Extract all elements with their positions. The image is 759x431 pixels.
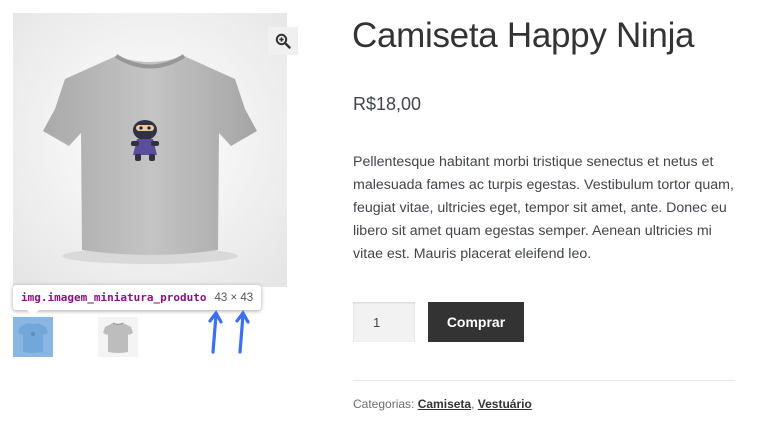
annotation-arrows [208,310,250,354]
product-title: Camiseta Happy Ninja [352,16,695,55]
category-link-vestuario[interactable]: Vestuário [478,397,532,411]
arrow-up-icon [235,310,250,354]
tooltip-pointer [26,309,40,316]
product-description: Pellentesque habitant morbi tristique se… [353,154,734,262]
magnifier-plus-icon [275,33,291,49]
element-selector: img.imagem_miniatura_produto [21,291,207,304]
element-highlight-overlay [13,317,53,357]
divider [353,380,735,381]
product-thumbnail-2[interactable] [98,317,138,357]
quantity-input[interactable] [353,302,415,342]
arrow-up-icon [208,310,223,354]
category-separator: , [471,397,478,411]
tshirt-back-thumbnail-image [98,317,138,357]
tshirt-image [13,13,287,287]
product-main-image[interactable] [13,13,287,287]
zoom-button[interactable] [268,27,298,55]
product-categories: Categorias: Camiseta, Vestuário [353,397,532,411]
category-link-camiseta[interactable]: Camiseta [418,397,471,411]
element-size: 43 × 43 [214,291,254,304]
product-price: R$18,00 [353,94,422,114]
categories-label: Categorias: [353,397,415,411]
buy-button[interactable]: Comprar [428,302,524,342]
